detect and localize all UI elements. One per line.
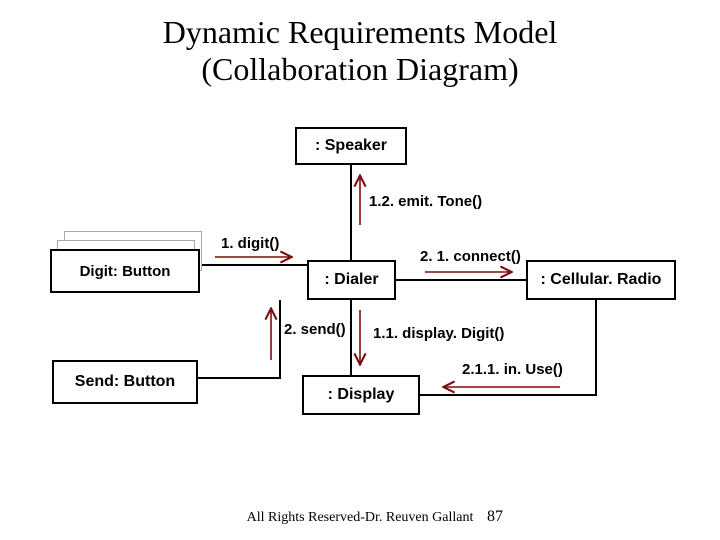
title-line-1: Dynamic Requirements Model <box>163 14 558 50</box>
node-speaker-label: : Speaker <box>315 137 387 155</box>
node-dialer-label: : Dialer <box>324 271 378 289</box>
node-display: : Display <box>302 375 420 415</box>
node-speaker: : Speaker <box>295 127 407 165</box>
msg-digit: 1. digit() <box>221 235 279 252</box>
node-dialer: : Dialer <box>307 260 396 300</box>
node-digit-button: Digit: Button <box>50 249 200 293</box>
node-send-button: Send: Button <box>52 360 198 404</box>
msg-display-digit: 1.1. display. Digit() <box>373 325 504 342</box>
msg-emit-tone: 1.2. emit. Tone() <box>369 193 482 210</box>
node-send-button-label: Send: Button <box>75 373 175 391</box>
collaboration-diagram: : Speaker : Dialer : Cellular. Radio : D… <box>40 105 680 450</box>
node-digit-button-label: Digit: Button <box>80 263 171 280</box>
title-line-2: (Collaboration Diagram) <box>201 51 518 87</box>
node-cellular-radio: : Cellular. Radio <box>526 260 676 300</box>
msg-connect: 2. 1. connect() <box>420 248 521 265</box>
page-number: 87 <box>487 508 503 526</box>
node-cellular-radio-label: : Cellular. Radio <box>541 271 662 289</box>
footer-copyright: All Rights Reserved-Dr. Reuven Gallant <box>0 510 720 526</box>
msg-in-use: 2.1.1. in. Use() <box>462 361 563 378</box>
msg-send: 2. send() <box>284 321 346 338</box>
node-display-label: : Display <box>328 386 395 404</box>
slide-title: Dynamic Requirements Model (Collaboratio… <box>0 14 720 88</box>
